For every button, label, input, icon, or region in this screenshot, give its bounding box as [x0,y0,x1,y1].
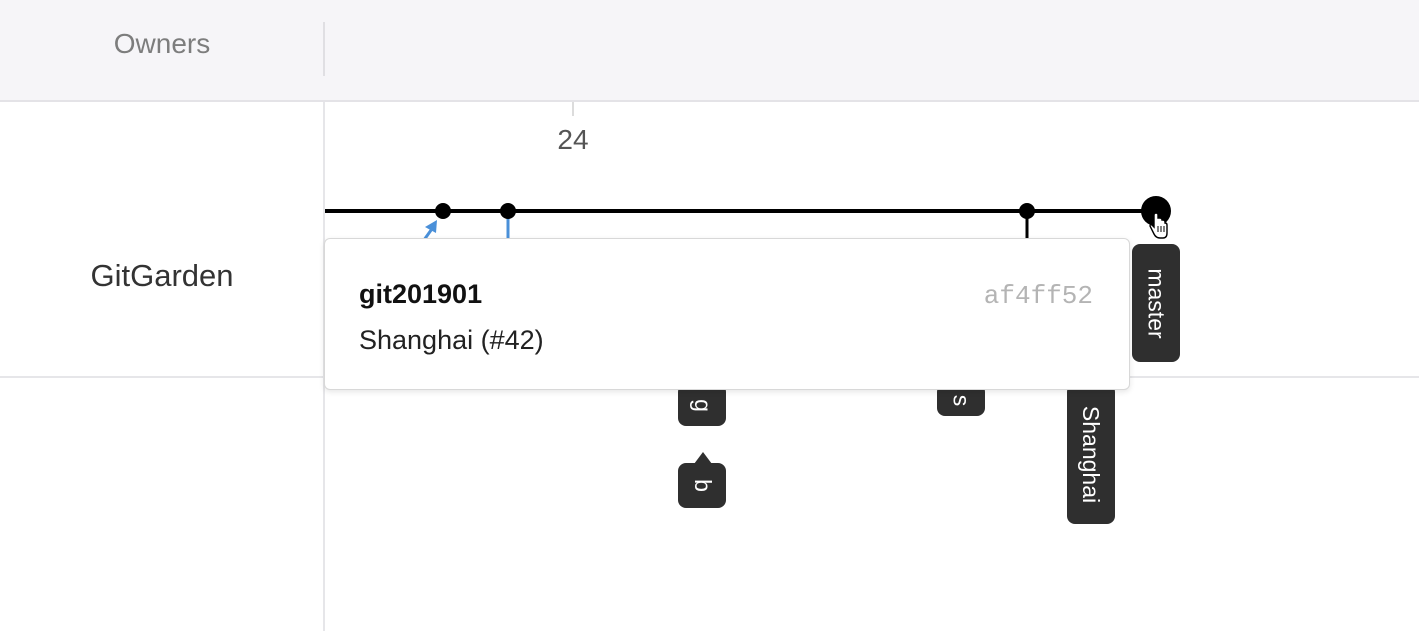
tag-master[interactable]: master [1132,244,1180,362]
commit-node [500,203,516,219]
tooltip-commit-hash: af4ff52 [983,281,1093,311]
commit-node [435,203,451,219]
tag-partial-b[interactable]: b [678,463,726,508]
tag-shanghai[interactable]: Shanghai [1067,384,1115,524]
commit-tooltip: git201901 af4ff52 Shanghai (#42) [324,238,1130,390]
app-root: Owners GitGarden 24 g b s Shanghai maste… [0,0,1419,631]
hand-cursor-icon [1149,213,1168,239]
tooltip-repo-name: git201901 [359,279,483,309]
tooltip-branch: Shanghai (#42) [359,325,544,355]
commit-node [1019,203,1035,219]
tag-partial-g[interactable]: g [678,384,726,426]
